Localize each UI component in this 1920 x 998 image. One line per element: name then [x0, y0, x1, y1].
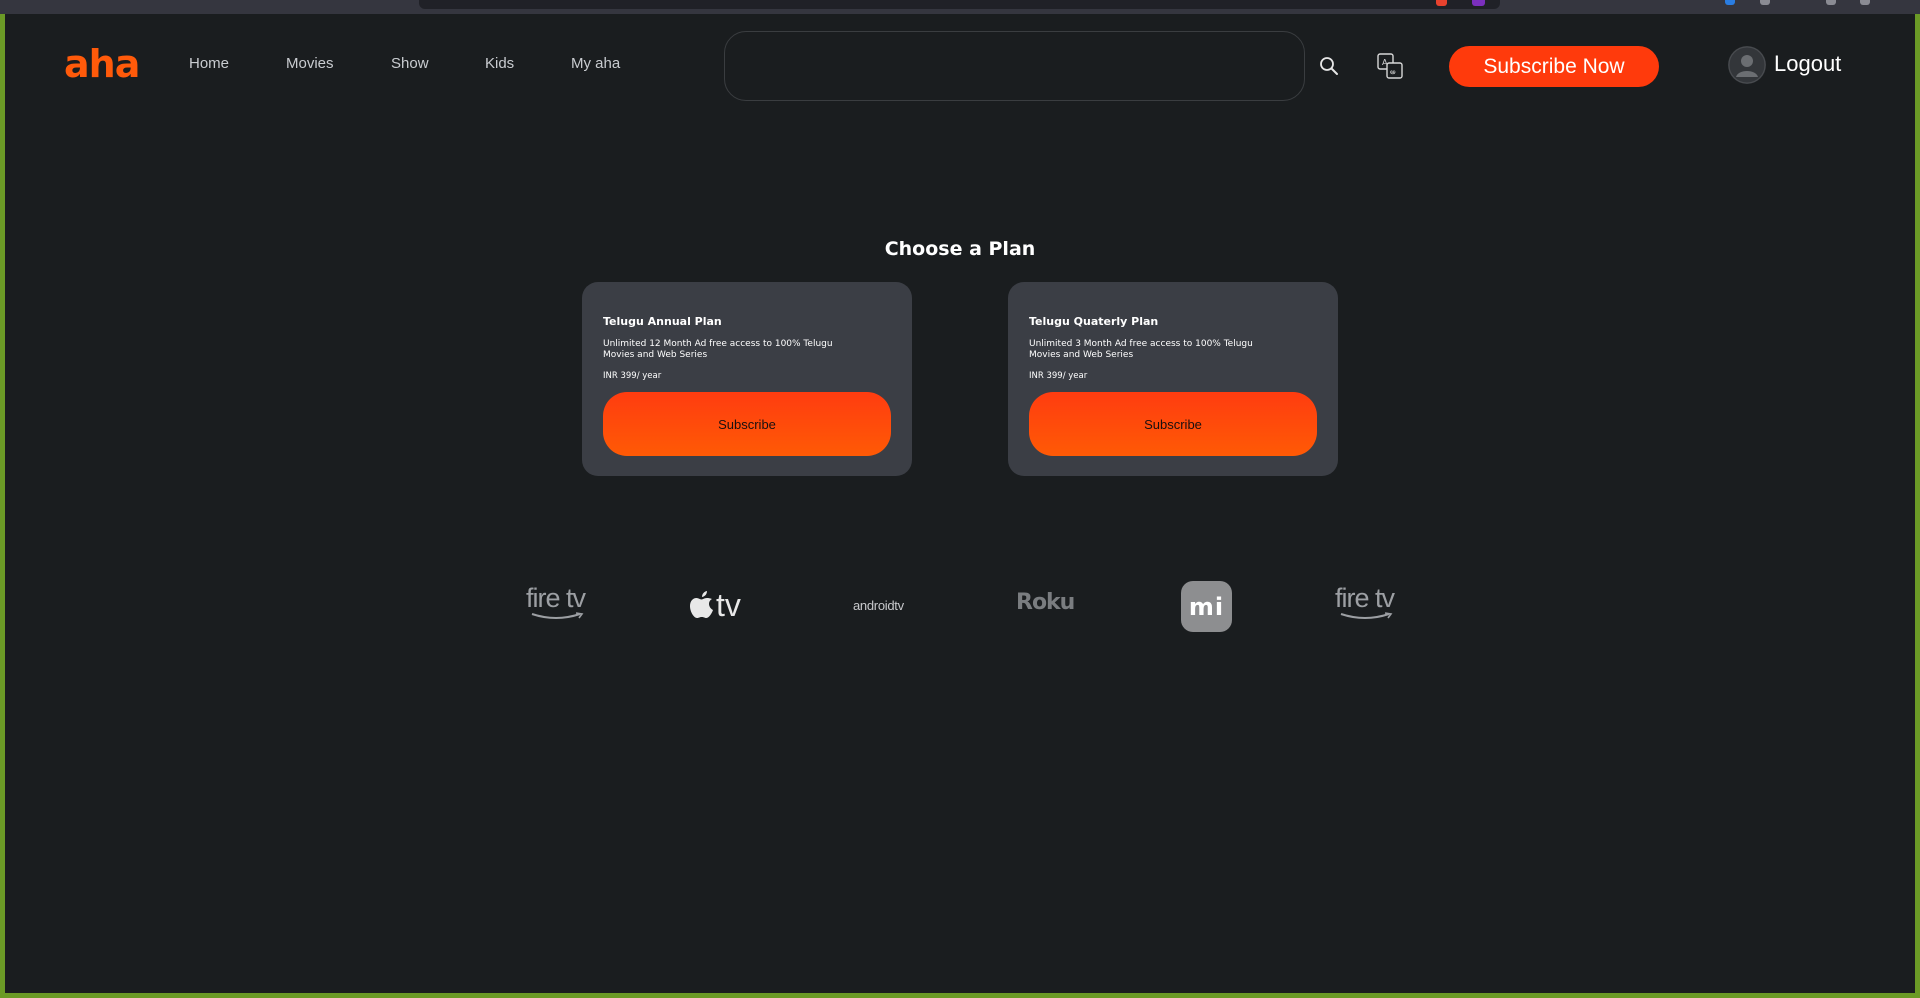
nav-kids[interactable]: Kids — [485, 55, 514, 72]
plan-name: Telugu Quaterly Plan — [1029, 315, 1159, 328]
aha-logo[interactable]: aha — [64, 44, 140, 84]
nav-home[interactable]: Home — [189, 55, 229, 72]
android-tv-logo: androidtv — [853, 598, 904, 613]
browser-menu-icon[interactable] — [1760, 0, 1770, 5]
subscribe-plan-button[interactable]: Subscribe — [1029, 392, 1317, 456]
nav-show[interactable]: Show — [391, 55, 429, 72]
nav-movies[interactable]: Movies — [286, 55, 334, 72]
page-title: Choose a Plan — [884, 238, 1036, 260]
avatar[interactable] — [1728, 46, 1766, 84]
logout-link[interactable]: Logout — [1774, 51, 1841, 77]
subscribe-plan-button[interactable]: Subscribe — [603, 392, 891, 456]
app-window: aha Home Movies Show Kids My aha A అ Sub… — [5, 14, 1915, 993]
language-icon[interactable]: A అ — [1375, 51, 1405, 81]
plan-description: Unlimited 3 Month Ad free access to 100%… — [1029, 339, 1253, 360]
svg-text:A: A — [1382, 58, 1388, 67]
search-icon[interactable] — [1318, 55, 1340, 77]
browser-toolbar-strip — [0, 0, 1920, 14]
xiaomi-logo: mi — [1181, 581, 1232, 632]
fire-tv-logo: fire tv — [526, 584, 590, 626]
roku-logo: Roku — [1016, 590, 1075, 615]
browser-profile-icon[interactable] — [1725, 0, 1735, 5]
browser-extension-icon[interactable] — [1436, 0, 1447, 6]
subscribe-now-button[interactable]: Subscribe Now — [1449, 46, 1659, 87]
svg-text:అ: అ — [1390, 68, 1396, 76]
browser-address-bar[interactable] — [419, 0, 1500, 9]
plan-price: INR 399/ year — [1029, 371, 1088, 381]
window-minimize-icon[interactable] — [1826, 0, 1836, 5]
window-maximize-icon[interactable] — [1860, 0, 1870, 5]
fire-tv-logo: fire tv — [1335, 584, 1399, 626]
browser-extension-icon[interactable] — [1472, 0, 1485, 6]
plan-card: Telugu Quaterly Plan Unlimited 3 Month A… — [1008, 282, 1338, 476]
plan-description: Unlimited 12 Month Ad free access to 100… — [603, 339, 833, 360]
search-input[interactable] — [724, 31, 1305, 101]
plan-card: Telugu Annual Plan Unlimited 12 Month Ad… — [582, 282, 912, 476]
nav-my-aha[interactable]: My aha — [571, 55, 620, 72]
plan-price: INR 399/ year — [603, 371, 662, 381]
apple-tv-logo: tv — [689, 586, 753, 626]
plan-name: Telugu Annual Plan — [603, 315, 722, 328]
